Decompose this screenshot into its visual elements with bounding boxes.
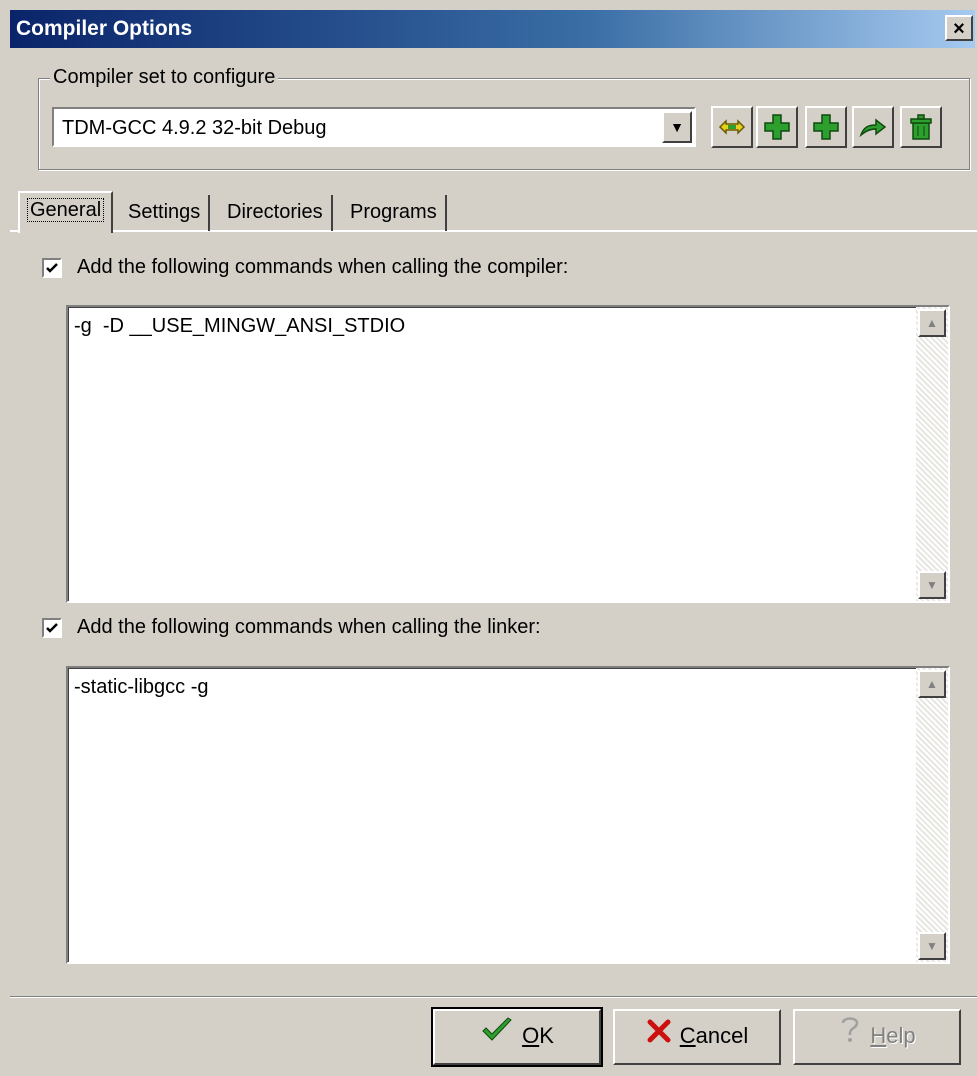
tab-directories[interactable]: Directories (219, 195, 333, 231)
cancel-x-icon (646, 1012, 672, 1062)
compiler-commands-checkbox[interactable] (42, 258, 62, 278)
scroll-down-icon[interactable]: ▼ (918, 932, 946, 960)
add-compiler-button[interactable] (756, 106, 798, 148)
find-compiler-icon (859, 118, 887, 138)
linker-commands-textarea[interactable]: -static-libgcc -g ▲ ▼ (66, 666, 950, 964)
cancel-button[interactable]: Cancel (613, 1009, 781, 1065)
add-compiler-icon (764, 114, 790, 140)
bottom-separator-highlight (10, 997, 977, 998)
find-compiler-button[interactable] (852, 106, 894, 148)
window-title: Compiler Options (16, 17, 193, 40)
compiler-set-value: TDM-GCC 4.9.2 32-bit Debug (62, 117, 327, 139)
tab-settings[interactable]: Settings (120, 195, 211, 231)
tab-programs-label: Programs (350, 201, 437, 223)
compiler-commands-label[interactable]: Add the following commands when calling … (77, 256, 568, 279)
help-question-icon (838, 1012, 862, 1062)
rename-icon (718, 119, 746, 135)
rename-compiler-button[interactable] (711, 106, 753, 148)
compiler-commands-scrollbar[interactable]: ▲ ▼ (916, 307, 948, 601)
tab-programs[interactable]: Programs (342, 195, 447, 231)
linker-commands-checkbox[interactable] (42, 618, 62, 638)
linker-commands-label[interactable]: Add the following commands when calling … (77, 616, 541, 639)
help-button: Help (793, 1009, 961, 1065)
compiler-commands-textarea[interactable]: -g -D __USE_MINGW_ANSI_STDIO ▲ ▼ (66, 305, 950, 603)
scroll-up-icon[interactable]: ▲ (918, 309, 946, 337)
compiler-set-label: Compiler set to configure (50, 66, 279, 89)
help-label: Help (870, 1023, 916, 1048)
tab-settings-label: Settings (128, 201, 201, 223)
delete-compiler-button[interactable] (900, 106, 942, 148)
compiler-options-dialog: Compiler Options × Compiler set to confi… (0, 0, 977, 1076)
tab-directories-label: Directories (227, 201, 323, 223)
close-button[interactable]: × (945, 15, 973, 41)
linker-commands-text: -static-libgcc -g (74, 676, 209, 698)
add-folder-icon (813, 114, 839, 140)
checkmark-icon (46, 623, 58, 633)
checkmark-icon (46, 263, 58, 273)
compiler-commands-text: -g -D __USE_MINGW_ANSI_STDIO (74, 315, 406, 337)
tab-general-label: General (26, 198, 105, 222)
tab-general[interactable]: General (18, 191, 114, 233)
add-compiler-from-folder-button[interactable] (805, 106, 847, 148)
scroll-up-icon[interactable]: ▲ (918, 670, 946, 698)
cancel-label: Cancel (679, 1023, 749, 1048)
ok-label: OK (522, 1023, 554, 1048)
compiler-set-select[interactable]: TDM-GCC 4.9.2 32-bit Debug ▼ (52, 107, 696, 147)
linker-commands-scrollbar[interactable]: ▲ ▼ (916, 668, 948, 962)
scroll-down-icon[interactable]: ▼ (918, 571, 946, 599)
ok-button[interactable]: OK (431, 1007, 603, 1067)
title-bar[interactable]: Compiler Options × (10, 10, 975, 48)
delete-compiler-icon (910, 114, 932, 140)
checkmark-icon (480, 1012, 514, 1062)
dropdown-arrow-icon[interactable]: ▼ (662, 111, 692, 143)
